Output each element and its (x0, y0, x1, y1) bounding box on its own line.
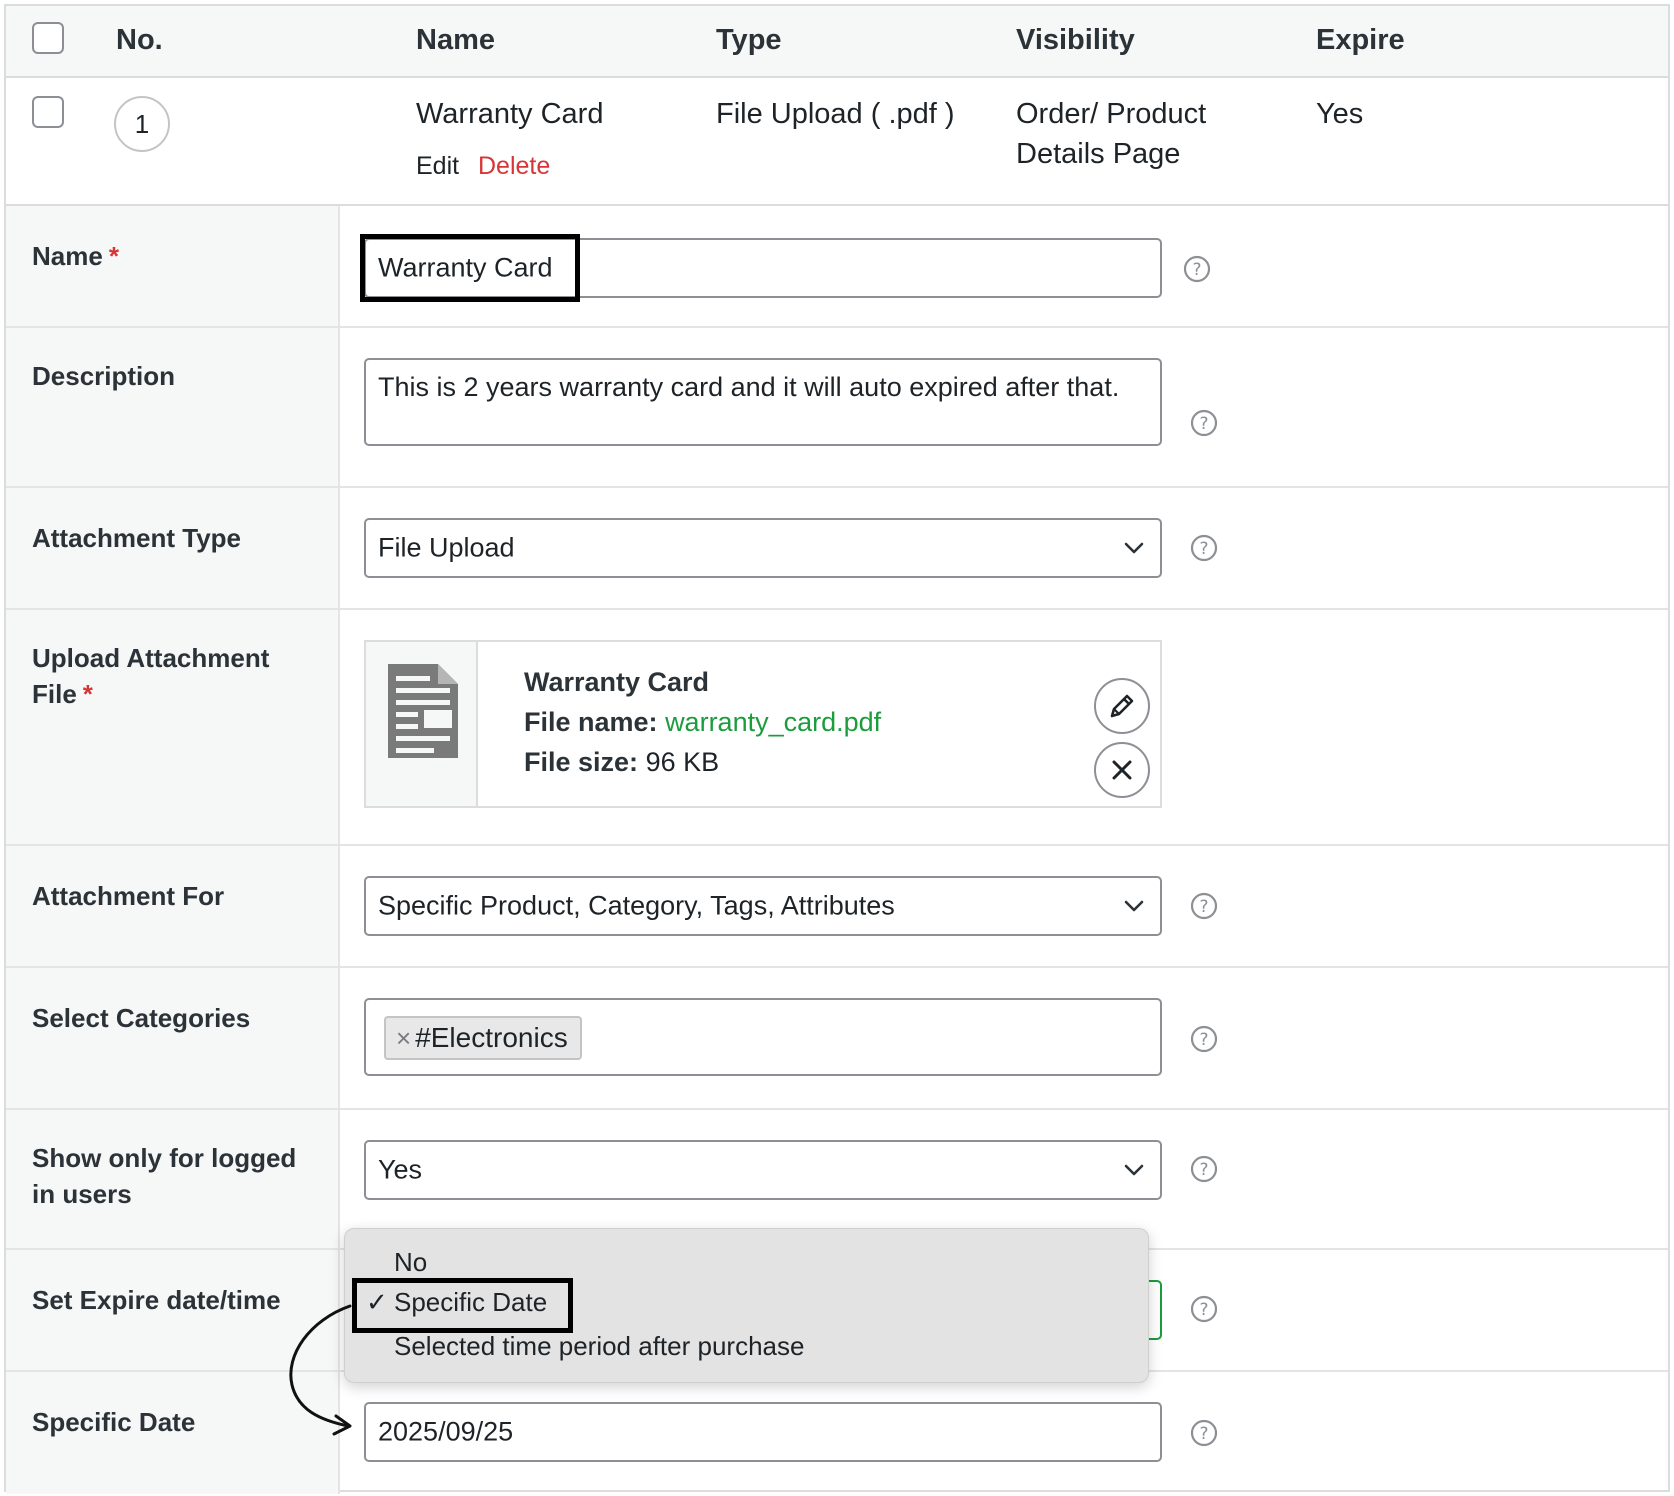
label-column (6, 328, 340, 486)
svg-text:?: ? (1199, 414, 1208, 434)
svg-text:?: ? (1199, 1030, 1208, 1050)
row-checkbox[interactable] (32, 96, 64, 128)
row-visibility-line-2: Details Page (1016, 138, 1181, 170)
question-circle-icon[interactable]: ? (1182, 254, 1212, 284)
attachment-for-label: Attachment For (32, 881, 225, 911)
file-preview: Warranty Card File name: warranty_card.p… (364, 640, 1162, 808)
form-row-upload-file: Upload Attachment File * Warranty Card F… (6, 610, 1668, 846)
row-type: File Upload ( .pdf ) (716, 98, 955, 130)
file-info: Warranty Card File name: warranty_card.p… (524, 662, 881, 782)
highlight-box (352, 1278, 573, 1333)
row-visibility: Order/ Product Details Page (1016, 94, 1206, 174)
svg-text:?: ? (1199, 1160, 1208, 1180)
chevron-down-icon (1124, 1164, 1144, 1176)
description-textarea[interactable]: This is 2 years warranty card and it wil… (364, 358, 1162, 446)
file-size-label: File size: (524, 747, 639, 777)
required-mark: * (82, 679, 93, 709)
tag-remove-icon[interactable]: × (396, 1023, 411, 1054)
option-time-period[interactable]: Selected time period after purchase (394, 1331, 804, 1362)
edit-file-button[interactable] (1094, 678, 1150, 734)
name-label-text: Name (32, 241, 103, 271)
category-tag-label: #Electronics (415, 1022, 568, 1053)
question-circle-icon[interactable]: ? (1189, 533, 1219, 563)
form-row-description: Description This is 2 years warranty car… (6, 328, 1668, 488)
row-expire: Yes (1316, 98, 1364, 130)
description-value: This is 2 years warranty card and it wil… (378, 372, 1120, 402)
edit-link[interactable]: Edit (416, 152, 459, 181)
svg-text:?: ? (1199, 1300, 1208, 1320)
annotation-arrow (289, 1304, 352, 1436)
select-categories-label: Select Categories (32, 1003, 251, 1033)
form-row-name: Name * Warranty Card ? (6, 206, 1668, 328)
attachment-type-value: File Upload (378, 532, 515, 563)
remove-file-button[interactable] (1094, 742, 1150, 798)
question-circle-icon[interactable]: ? (1189, 891, 1219, 921)
attachment-for-value: Specific Product, Category, Tags, Attrib… (378, 890, 895, 921)
column-header-expire[interactable]: Expire (1316, 24, 1405, 57)
row-number: 1 (114, 96, 170, 152)
delete-link[interactable]: Delete (478, 152, 550, 181)
label-column (6, 968, 340, 1108)
question-circle-icon[interactable]: ? (1189, 408, 1219, 438)
required-mark: * (108, 241, 119, 271)
specific-date-input[interactable]: 2025/09/25 (364, 1402, 1162, 1462)
column-header-type[interactable]: Type (716, 24, 782, 57)
upload-file-label: Upload Attachment File * (32, 640, 312, 712)
document-icon (388, 664, 458, 758)
chevron-down-icon (1124, 900, 1144, 912)
category-tag: × #Electronics (384, 1016, 582, 1060)
name-label: Name * (32, 238, 332, 274)
question-circle-icon[interactable]: ? (1189, 1294, 1219, 1324)
attachment-for-select[interactable]: Specific Product, Category, Tags, Attrib… (364, 876, 1162, 936)
file-thumbnail (366, 642, 478, 806)
form-row-specific-date: Specific Date 2025/09/25 ? (6, 1372, 1668, 1494)
upload-file-label-text: Upload Attachment File (32, 643, 270, 709)
attachment-type-label: Attachment Type (32, 523, 241, 553)
logged-in-only-value: Yes (378, 1154, 423, 1185)
row-name: Warranty Card (416, 98, 604, 130)
close-icon (1112, 760, 1132, 780)
question-circle-icon[interactable]: ? (1189, 1154, 1219, 1184)
table-row: 1 Warranty Card Edit Delete File Upload … (6, 78, 1668, 206)
file-name-link[interactable]: warranty_card.pdf (665, 707, 881, 737)
specific-date-value: 2025/09/25 (378, 1416, 514, 1447)
form-row-attachment-for: Attachment For Specific Product, Categor… (6, 846, 1668, 968)
table-header: No. Name Type Visibility Expire (6, 6, 1668, 78)
column-header-no[interactable]: No. (116, 24, 163, 57)
highlight-box (360, 234, 580, 302)
svg-text:?: ? (1199, 539, 1208, 559)
option-no[interactable]: No (394, 1247, 427, 1278)
logged-in-only-select[interactable]: Yes (364, 1140, 1162, 1200)
description-label: Description (32, 361, 176, 391)
svg-text:?: ? (1192, 260, 1201, 280)
column-header-visibility[interactable]: Visibility (1016, 24, 1135, 57)
form-row-attachment-type: Attachment Type File Upload ? (6, 488, 1668, 610)
attachment-type-select[interactable]: File Upload (364, 518, 1162, 578)
file-size-value: 96 KB (645, 747, 720, 777)
logged-in-only-label: Show only for logged in users (32, 1143, 297, 1209)
row-visibility-line-1: Order/ Product (1016, 98, 1207, 130)
question-circle-icon[interactable]: ? (1189, 1418, 1219, 1448)
chevron-down-icon (1124, 542, 1144, 554)
file-title: Warranty Card (524, 667, 710, 697)
file-name-label: File name: (524, 707, 658, 737)
pencil-icon (1110, 694, 1134, 718)
svg-text:?: ? (1199, 897, 1208, 917)
question-circle-icon[interactable]: ? (1189, 1024, 1219, 1054)
select-all-checkbox[interactable] (32, 22, 64, 54)
categories-multiselect[interactable]: × #Electronics (364, 998, 1162, 1076)
svg-text:?: ? (1199, 1424, 1208, 1444)
form-row-select-categories: Select Categories × #Electronics ? (6, 968, 1668, 1110)
column-header-name[interactable]: Name (416, 24, 495, 57)
